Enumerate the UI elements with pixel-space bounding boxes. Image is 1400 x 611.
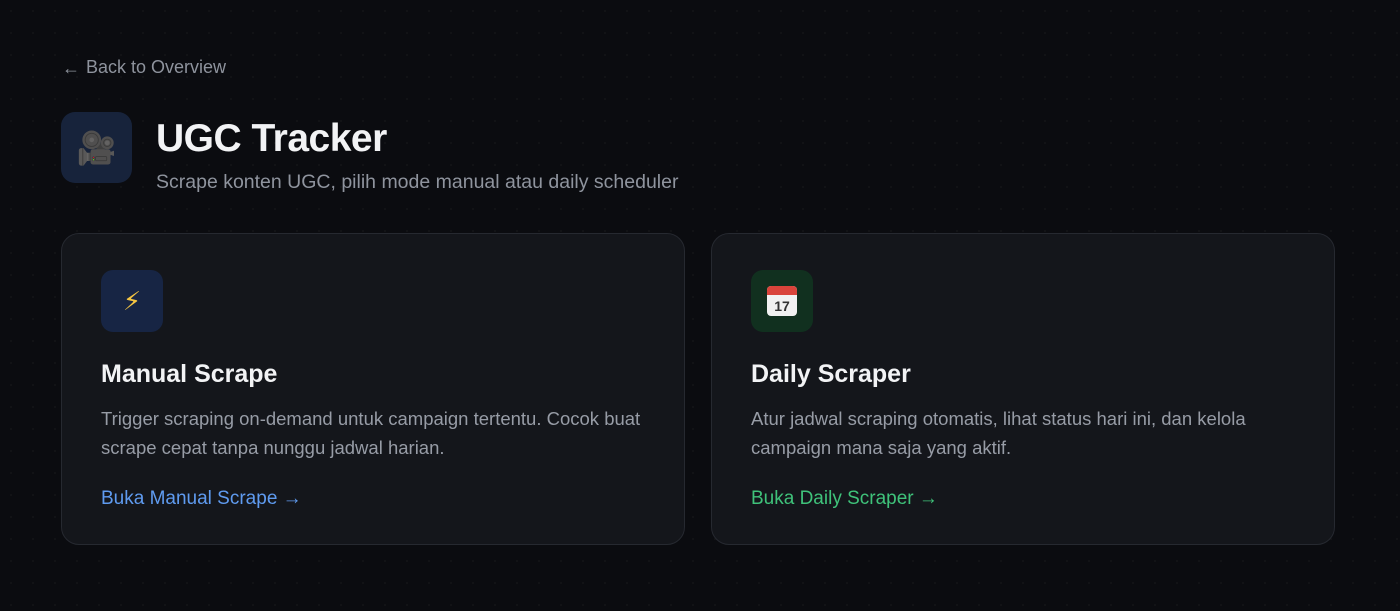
page-header: 🎥 UGC Tracker Scrape konten UGC, pilih m…: [61, 112, 678, 194]
card-description: Trigger scraping on-demand untuk campaig…: [101, 408, 641, 458]
page-subtitle: Scrape konten UGC, pilih mode manual ata…: [156, 171, 679, 193]
page: ← Back to Overview 🎥 UGC Tracker Scrape …: [0, 0, 1400, 611]
open-manual-scrape-link[interactable]: Buka Manual Scrape →: [101, 488, 302, 510]
calendar-icon: 17: [751, 270, 813, 332]
daily-scraper-card[interactable]: 17 Daily Scraper Atur jadwal scraping ot…: [711, 233, 1335, 545]
back-link-label: Back to Overview: [86, 57, 227, 77]
arrow-left-icon: ←: [62, 57, 80, 78]
card-description: Atur jadwal scraping otomatis, lihat sta…: [751, 408, 1246, 458]
calendar-day: 17: [774, 297, 790, 314]
lightning-icon: ⚡: [101, 270, 163, 332]
card-title: Manual Scrape: [101, 360, 278, 388]
open-daily-scraper-link[interactable]: Buka Daily Scraper →: [751, 488, 938, 510]
page-title: UGC Tracker: [156, 117, 387, 160]
header-text: UGC Tracker Scrape konten UGC, pilih mod…: [156, 112, 678, 194]
manual-scrape-card[interactable]: ⚡ Manual Scrape Trigger scraping on-dema…: [61, 233, 685, 545]
calendar-glyph: 17: [767, 286, 797, 316]
mode-cards: ⚡ Manual Scrape Trigger scraping on-dema…: [61, 233, 1335, 545]
back-to-overview-link[interactable]: ← Back to Overview: [62, 57, 226, 78]
movie-camera-icon: 🎥: [61, 112, 132, 183]
card-title: Daily Scraper: [751, 360, 911, 388]
